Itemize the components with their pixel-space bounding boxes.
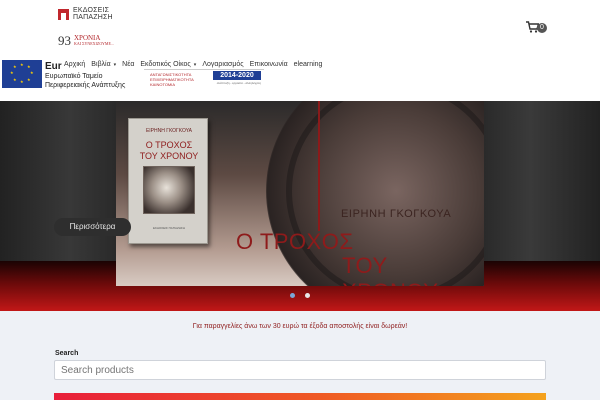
nav-item-news[interactable]: Νέα xyxy=(122,58,140,72)
banner-author: ΕΙΡΗΝΗ ΓΚΟΓΚΟΥΑ xyxy=(341,208,452,220)
nav-item-label: Επικοινωνία xyxy=(249,61,288,68)
brand-line2: ΠΑΠΑΖΗΣΗ xyxy=(73,14,113,21)
nav-item-label: Λογαριασμός xyxy=(202,61,244,68)
chevron-down-icon: ▾ xyxy=(113,62,117,68)
program-footer: ανάπτυξη - εργασία - αλληλεγγύη xyxy=(216,81,261,85)
years-text-block: ΧΡΟΝΙΑ ΚΑΙ ΣΥΝΕΧΙΖΟΥΜΕ... xyxy=(74,35,114,47)
banner-title-line1: Ο ΤΡΟΧΟΣ xyxy=(236,229,354,254)
nav-item-elearning[interactable]: elearning xyxy=(294,58,329,72)
book-cover[interactable]: ΕΙΡΗΝΗ ΓΚΟΓΚΟΥΑ Ο ΤΡΟΧΟΣ ΤΟΥ ΧΡΟΝΟΥ ΕΚΔΟ… xyxy=(128,118,208,244)
nav-item-label: Εκδοτικός Οίκος xyxy=(140,61,191,68)
slider-dot-1[interactable] xyxy=(290,293,295,298)
hero-slider[interactable]: ΕΙΡΗΝΗ ΓΚΟΓΚΟΥΑ Ο ΤΡΟΧΟΣ ΤΟΥ ΧΡΟΝΟΥ xyxy=(0,101,600,311)
nav-item-contact[interactable]: Επικοινωνία xyxy=(250,58,294,72)
logo-years: 93 ΧΡΟΝΙΑ ΚΑΙ ΣΥΝΕΧΙΖΟΥΜΕ... xyxy=(58,34,114,47)
chevron-down-icon: ▾ xyxy=(193,62,197,68)
clock-hand xyxy=(318,101,320,231)
book-cover-face: ΕΙΡΗΝΗ ΓΚΟΓΚΟΥΑ Ο ΤΡΟΧΟΣ ΤΟΥ ΧΡΟΝΟΥ ΕΚΔΟ… xyxy=(128,118,208,244)
nav-item-publisher[interactable]: Εκδοτικός Οίκος ▾ xyxy=(140,58,202,72)
promo-bar xyxy=(54,393,546,400)
eu-line1: Ευρωπαϊκό Ταμείο xyxy=(45,73,103,80)
nav-item-label: elearning xyxy=(293,61,323,68)
years-tagline: ΚΑΙ ΣΥΝΕΧΙΖΟΥΜΕ... xyxy=(74,41,114,46)
book-cover-title-line1: Ο ΤΡΟΧΟΣ xyxy=(145,140,193,150)
main-nav: Αρχική Βιβλία ▾ Νέα Εκδοτικός Οίκος ▾ Λογα… xyxy=(64,58,328,72)
banner-title-line2: ΤΟΥ ΧΡΟΝΟΥ xyxy=(342,253,438,286)
logo-mark-icon xyxy=(58,8,69,20)
book-cover-author: ΕΙΡΗΝΗ ΓΚΟΓΚΟΥΑ xyxy=(145,128,193,134)
logo-brand-text: ΕΚΔΟΣΕΙΣ ΠΑΠΑΖΗΣΗ xyxy=(73,7,113,21)
nav-item-label: Αρχική xyxy=(64,61,86,68)
page: ΕΚΔΟΣΕΙΣ ΠΑΠΑΖΗΣΗ 93 ΧΡΟΝΙΑ ΚΑΙ ΣΥΝΕΧΙΖΟ… xyxy=(0,0,600,400)
years-number: 93 xyxy=(58,33,71,48)
nav-item-label: Νέα xyxy=(122,61,135,68)
brand-line1: ΕΚΔΟΣΕΙΣ xyxy=(73,7,110,14)
search-input[interactable] xyxy=(54,360,546,380)
more-button[interactable]: Περισσότερα xyxy=(54,218,131,236)
book-cover-publisher: ΕΚΔΟΣΕΙΣ ΠΑΠΑΖΗΣΗ xyxy=(152,226,185,230)
search-label: Search xyxy=(55,350,79,357)
hero-background-left xyxy=(0,101,116,266)
hero-background-right xyxy=(484,101,600,266)
cart-button[interactable]: 0 xyxy=(526,21,548,35)
eu-flag-icon: ★ ★ ★ ★ ★ ★ ★ ★ xyxy=(2,60,42,88)
book-cover-title-line2: ΤΟΥ ΧΡΟΝΟΥ xyxy=(139,151,199,161)
nav-item-label: Βιβλία xyxy=(91,61,111,68)
eu-title: Eur xyxy=(45,61,62,72)
nav-item-books[interactable]: Βιβλία ▾ xyxy=(91,58,122,72)
book-cover-image xyxy=(143,166,195,214)
nav-item-account[interactable]: Λογαριασμός xyxy=(202,58,249,72)
book-cover-title: Ο ΤΡΟΧΟΣ ΤΟΥ ΧΡΟΝΟΥ xyxy=(129,140,209,162)
program-text: ΑΝΤΑΓΩΝΙΣΤΙΚΟΤΗΤΑ ΕΠΙΧΕΙΡΗΜΑΤΙΚΟΤΗΤΑ ΚΑΙ… xyxy=(150,72,194,87)
cart-count-badge: 0 xyxy=(537,23,547,33)
program-years: 2014-2020 xyxy=(213,71,261,80)
shipping-notice: Για παραγγελίες άνω των 30 ευρώ τα έξοδα… xyxy=(192,323,408,330)
logo-brand: ΕΚΔΟΣΕΙΣ ΠΑΠΑΖΗΣΗ xyxy=(58,7,158,21)
site-logo[interactable]: ΕΚΔΟΣΕΙΣ ΠΑΠΑΖΗΣΗ 93 ΧΡΟΝΙΑ ΚΑΙ ΣΥΝΕΧΙΖΟ… xyxy=(58,7,158,47)
slider-dot-2[interactable] xyxy=(305,293,310,298)
eu-line2: Περιφερειακής Ανάπτυξης xyxy=(45,82,126,89)
nav-item-home[interactable]: Αρχική xyxy=(64,58,91,72)
